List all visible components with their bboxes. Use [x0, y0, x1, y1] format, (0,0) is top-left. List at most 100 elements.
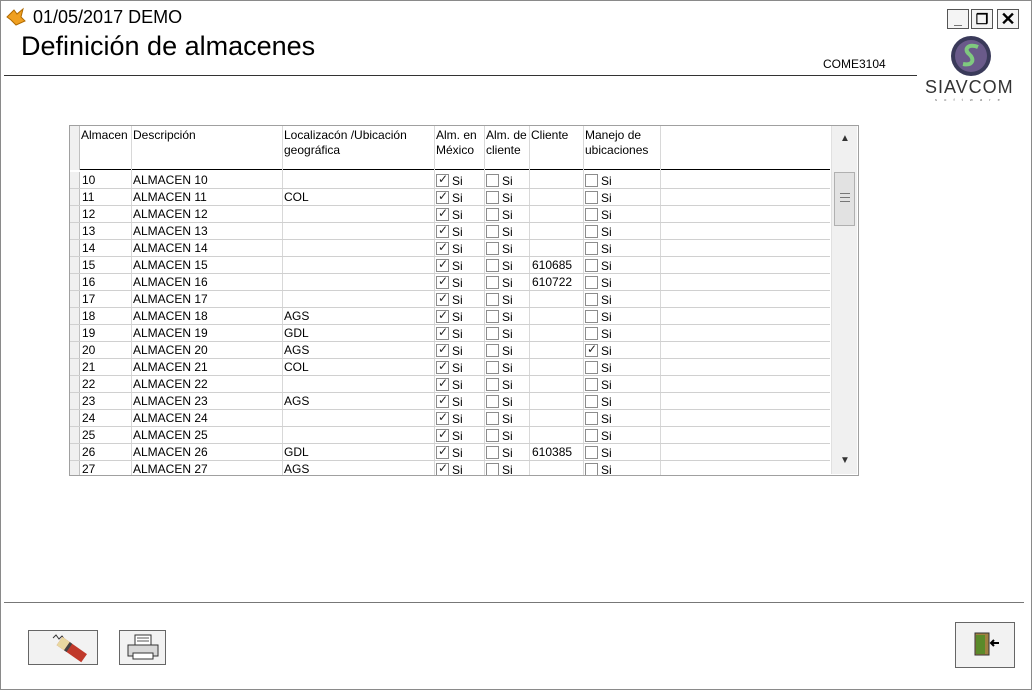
cell-almacen[interactable]: 18 — [82, 309, 95, 323]
cell-descripcion[interactable]: ALMACEN 22 — [133, 377, 208, 391]
checkbox-alm-mexico[interactable] — [436, 393, 449, 408]
checkbox-alm-mexico[interactable] — [436, 172, 449, 187]
row-selector[interactable] — [70, 359, 80, 375]
cell-cliente[interactable]: 610685 — [532, 258, 572, 272]
table-row[interactable]: 14 ALMACEN 14 Si Si Si — [70, 240, 830, 257]
table-row[interactable]: 24 ALMACEN 24 Si Si Si — [70, 410, 830, 427]
cell-descripcion[interactable]: ALMACEN 18 — [133, 309, 208, 323]
cell-descripcion[interactable]: ALMACEN 23 — [133, 394, 208, 408]
table-row[interactable]: 20 ALMACEN 20 AGS Si Si Si — [70, 342, 830, 359]
cell-descripcion[interactable]: ALMACEN 17 — [133, 292, 208, 306]
checkbox-ubicaciones[interactable] — [585, 463, 598, 475]
checkbox-ubicaciones[interactable] — [585, 174, 598, 187]
checkbox-alm-cliente[interactable] — [486, 446, 499, 459]
column-header-almacen[interactable]: Almacen — [81, 128, 131, 143]
cell-almacen[interactable]: 14 — [82, 241, 95, 255]
checkbox-alm-mexico[interactable] — [436, 427, 449, 442]
cell-descripcion[interactable]: ALMACEN 20 — [133, 343, 208, 357]
cell-localizacion[interactable]: COL — [284, 190, 309, 204]
column-header-cliente[interactable]: Cliente — [531, 128, 583, 143]
checkbox-alm-cliente[interactable] — [486, 259, 499, 272]
checkbox-alm-mexico[interactable] — [436, 342, 449, 357]
checkbox-ubicaciones[interactable] — [585, 361, 598, 374]
table-row[interactable]: 26 ALMACEN 26 GDL Si Si 610385 Si — [70, 444, 830, 461]
cell-almacen[interactable]: 17 — [82, 292, 95, 306]
checkbox-ubicaciones[interactable] — [585, 208, 598, 221]
checkbox-ubicaciones[interactable] — [585, 429, 598, 442]
cell-almacen[interactable]: 27 — [82, 462, 95, 475]
row-selector[interactable] — [70, 376, 80, 392]
checkbox-alm-cliente[interactable] — [486, 378, 499, 391]
table-row[interactable]: 18 ALMACEN 18 AGS Si Si Si — [70, 308, 830, 325]
checkbox-ubicaciones[interactable] — [585, 259, 598, 272]
cell-localizacion[interactable]: AGS — [284, 343, 309, 357]
checkbox-ubicaciones[interactable] — [585, 191, 598, 204]
checkbox-alm-cliente[interactable] — [486, 429, 499, 442]
cell-almacen[interactable]: 15 — [82, 258, 95, 272]
row-selector[interactable] — [70, 393, 80, 409]
print-button[interactable] — [119, 630, 166, 665]
cell-almacen[interactable]: 26 — [82, 445, 95, 459]
cell-almacen[interactable]: 21 — [82, 360, 95, 374]
checkbox-ubicaciones[interactable] — [585, 242, 598, 255]
checkbox-alm-mexico[interactable] — [436, 376, 449, 391]
cell-descripcion[interactable]: ALMACEN 21 — [133, 360, 208, 374]
checkbox-alm-mexico[interactable] — [436, 189, 449, 204]
checkbox-alm-cliente[interactable] — [486, 344, 499, 357]
cell-almacen[interactable]: 11 — [82, 190, 94, 204]
cell-localizacion[interactable]: GDL — [284, 326, 309, 340]
cell-localizacion[interactable]: AGS — [284, 394, 309, 408]
table-row[interactable]: 17 ALMACEN 17 Si Si Si — [70, 291, 830, 308]
checkbox-alm-cliente[interactable] — [486, 208, 499, 221]
checkbox-alm-cliente[interactable] — [486, 463, 499, 475]
checkbox-ubicaciones[interactable] — [585, 310, 598, 323]
cell-almacen[interactable]: 12 — [82, 207, 95, 221]
row-selector[interactable] — [70, 223, 80, 239]
checkbox-ubicaciones[interactable] — [585, 327, 598, 340]
cell-cliente[interactable]: 610722 — [532, 275, 572, 289]
cell-almacen[interactable]: 10 — [82, 173, 95, 187]
checkbox-alm-cliente[interactable] — [486, 191, 499, 204]
checkbox-alm-mexico[interactable] — [436, 359, 449, 374]
row-selector[interactable] — [70, 189, 80, 205]
cell-descripcion[interactable]: ALMACEN 25 — [133, 428, 208, 442]
cell-descripcion[interactable]: ALMACEN 16 — [133, 275, 208, 289]
cell-descripcion[interactable]: ALMACEN 24 — [133, 411, 208, 425]
row-selector[interactable] — [70, 172, 80, 188]
table-row[interactable]: 12 ALMACEN 12 Si Si Si — [70, 206, 830, 223]
cell-cliente[interactable]: 610385 — [532, 445, 572, 459]
checkbox-alm-mexico[interactable] — [436, 444, 449, 459]
table-row[interactable]: 11 ALMACEN 11 COL Si Si Si — [70, 189, 830, 206]
row-selector[interactable] — [70, 427, 80, 443]
cell-localizacion[interactable]: AGS — [284, 462, 309, 475]
cell-descripcion[interactable]: ALMACEN 27 — [133, 462, 208, 475]
checkbox-ubicaciones[interactable] — [585, 395, 598, 408]
scroll-thumb[interactable] — [834, 172, 855, 226]
column-header-alm-mexico[interactable]: Alm. en México — [436, 128, 482, 158]
checkbox-alm-cliente[interactable] — [486, 293, 499, 306]
checkbox-alm-mexico[interactable] — [436, 240, 449, 255]
row-selector[interactable] — [70, 240, 80, 256]
table-row[interactable]: 23 ALMACEN 23 AGS Si Si Si — [70, 393, 830, 410]
checkbox-alm-cliente[interactable] — [486, 395, 499, 408]
cell-almacen[interactable]: 22 — [82, 377, 95, 391]
checkbox-alm-mexico[interactable] — [436, 223, 449, 238]
checkbox-alm-cliente[interactable] — [486, 242, 499, 255]
cell-descripcion[interactable]: ALMACEN 11 — [133, 190, 207, 204]
row-selector[interactable] — [70, 444, 80, 460]
checkbox-ubicaciones[interactable] — [585, 342, 598, 357]
cell-descripcion[interactable]: ALMACEN 19 — [133, 326, 208, 340]
cell-almacen[interactable]: 23 — [82, 394, 95, 408]
row-selector[interactable] — [70, 274, 80, 290]
column-header-localizacion[interactable]: Localizacón /Ubicación geográfica — [284, 128, 424, 158]
row-selector[interactable] — [70, 342, 80, 358]
table-row[interactable]: 21 ALMACEN 21 COL Si Si Si — [70, 359, 830, 376]
checkbox-alm-mexico[interactable] — [436, 257, 449, 272]
exit-button[interactable] — [955, 622, 1015, 668]
checkbox-alm-cliente[interactable] — [486, 310, 499, 323]
cell-localizacion[interactable]: COL — [284, 360, 309, 374]
checkbox-alm-mexico[interactable] — [436, 291, 449, 306]
checkbox-alm-cliente[interactable] — [486, 276, 499, 289]
checkbox-alm-cliente[interactable] — [486, 327, 499, 340]
checkbox-alm-mexico[interactable] — [436, 308, 449, 323]
